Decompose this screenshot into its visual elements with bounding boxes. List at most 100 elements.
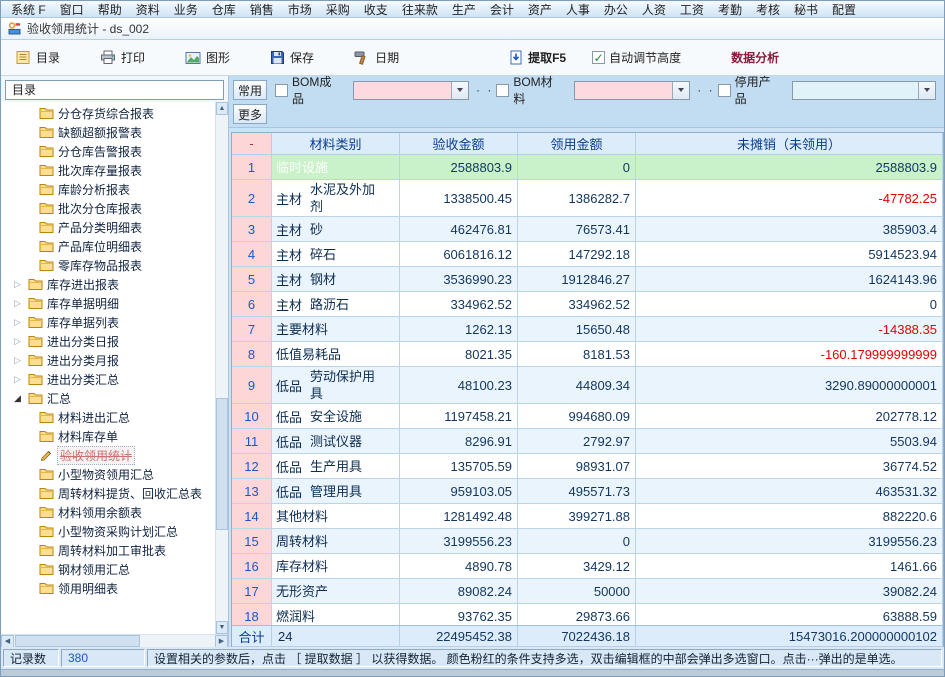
remaining-amount-cell[interactable]: 5914523.94 <box>636 242 943 267</box>
received-amount-cell[interactable]: 2588803.9 <box>400 155 518 180</box>
menu-item[interactable]: 往来款 <box>395 1 445 18</box>
extract-button[interactable]: 提取F5 <box>509 49 566 66</box>
menu-item[interactable]: 窗口 <box>53 1 91 18</box>
used-amount-cell[interactable]: 3429.12 <box>518 554 636 579</box>
more-filters-button[interactable]: 更多 <box>233 104 267 124</box>
received-amount-cell[interactable]: 3536990.23 <box>400 267 518 292</box>
tree-item[interactable]: 零库存物品报表 <box>1 256 215 275</box>
menu-item[interactable]: 资料 <box>129 1 167 18</box>
scroll-up-icon[interactable]: ▲ <box>216 102 228 115</box>
menu-item[interactable]: 考勤 <box>711 1 749 18</box>
menu-item[interactable]: 配置 <box>825 1 863 18</box>
tree-item[interactable]: 产品分类明细表 <box>1 218 215 237</box>
menu-item[interactable]: 采购 <box>319 1 357 18</box>
combo-value[interactable] <box>793 82 918 99</box>
tree-item[interactable]: 库龄分析报表 <box>1 180 215 199</box>
received-amount-cell[interactable]: 959103.05 <box>400 479 518 504</box>
row-number-cell[interactable]: 6 <box>232 292 272 317</box>
row-number-cell[interactable]: 5 <box>232 267 272 292</box>
scroll-down-icon[interactable]: ▼ <box>216 621 228 634</box>
tree-item[interactable]: 小型物资领用汇总 <box>1 465 215 484</box>
received-amount-cell[interactable]: 334962.52 <box>400 292 518 317</box>
menu-item[interactable]: 销售 <box>243 1 281 18</box>
row-number-cell[interactable]: 14 <box>232 504 272 529</box>
menu-item[interactable]: 资产 <box>521 1 559 18</box>
received-amount-cell[interactable]: 1197458.21 <box>400 404 518 429</box>
expanded-expander-icon[interactable]: ◢ <box>11 394 24 403</box>
remaining-amount-cell[interactable]: -14388.35 <box>636 317 943 342</box>
tree-item[interactable]: 材料进出汇总 <box>1 408 215 427</box>
menu-item[interactable]: 市场 <box>281 1 319 18</box>
remaining-amount-cell[interactable]: 0 <box>636 292 943 317</box>
used-amount-cell[interactable]: 334962.52 <box>518 292 636 317</box>
row-number-cell[interactable]: 15 <box>232 529 272 554</box>
received-amount-cell[interactable]: 4890.78 <box>400 554 518 579</box>
tree-item[interactable]: 分仓存货综合报表 <box>1 104 215 123</box>
table-row[interactable]: 7主要材料1262.1315650.48-14388.35 <box>232 317 943 342</box>
remaining-amount-cell[interactable]: 385903.4 <box>636 217 943 242</box>
tree-item[interactable]: ▷进出分类月报 <box>1 351 215 370</box>
row-number-cell[interactable]: 8 <box>232 342 272 367</box>
category-cell[interactable]: 其他材料 <box>272 504 400 529</box>
row-number-cell[interactable]: 2 <box>232 180 272 217</box>
remaining-amount-cell[interactable]: 3199556.23 <box>636 529 943 554</box>
table-row[interactable]: 15周转材料3199556.2303199556.23 <box>232 529 943 554</box>
used-amount-cell[interactable]: 2792.97 <box>518 429 636 454</box>
category-cell[interactable]: 主材碎石 <box>272 242 400 267</box>
category-cell[interactable]: 低值易耗品 <box>272 342 400 367</box>
table-row[interactable]: 4主材碎石6061816.12147292.185914523.94 <box>232 242 943 267</box>
used-amount-cell[interactable]: 29873.66 <box>518 604 636 625</box>
category-cell[interactable]: 低品管理用具 <box>272 479 400 504</box>
used-amount-cell[interactable]: 1912846.27 <box>518 267 636 292</box>
received-amount-cell[interactable]: 3199556.23 <box>400 529 518 554</box>
filter-combo[interactable] <box>574 81 690 100</box>
table-row[interactable]: 3主材砂462476.8176573.41385903.4 <box>232 217 943 242</box>
remaining-amount-cell[interactable]: 39082.24 <box>636 579 943 604</box>
used-amount-cell[interactable]: 1386282.7 <box>518 180 636 217</box>
save-button[interactable]: 保存 <box>270 49 314 66</box>
collapsed-expander-icon[interactable]: ▷ <box>11 318 24 327</box>
row-number-cell[interactable]: 10 <box>232 404 272 429</box>
received-amount-cell[interactable]: 89082.24 <box>400 579 518 604</box>
used-amount-cell[interactable]: 147292.18 <box>518 242 636 267</box>
received-amount-cell[interactable]: 93762.35 <box>400 604 518 625</box>
menu-item[interactable]: 会计 <box>483 1 521 18</box>
category-cell[interactable]: 主材水泥及外加剂 <box>272 180 400 217</box>
collapsed-expander-icon[interactable]: ▷ <box>11 375 24 384</box>
tree-item[interactable]: 领用明细表 <box>1 579 215 598</box>
row-number-cell[interactable]: 7 <box>232 317 272 342</box>
table-row[interactable]: 6主材路沥石334962.52334962.520 <box>232 292 943 317</box>
tree-item[interactable]: 小型物资采购计划汇总 <box>1 522 215 541</box>
collapsed-expander-icon[interactable]: ▷ <box>11 299 24 308</box>
tree-item[interactable]: 钢材领用汇总 <box>1 560 215 579</box>
received-amount-cell[interactable]: 135705.59 <box>400 454 518 479</box>
category-cell[interactable]: 临时设施 <box>272 155 400 180</box>
hscroll-thumb[interactable] <box>15 635 140 647</box>
tree-item[interactable]: 材料领用余额表 <box>1 503 215 522</box>
table-row[interactable]: 9低品劳动保护用具48100.2344809.343290.8900000000… <box>232 367 943 404</box>
collapsed-expander-icon[interactable]: ▷ <box>11 280 24 289</box>
remaining-amount-cell[interactable]: 2588803.9 <box>636 155 943 180</box>
tree-item[interactable]: 材料库存单 <box>1 427 215 446</box>
menu-item[interactable]: 业务 <box>167 1 205 18</box>
graph-button[interactable]: 图形 <box>185 49 230 66</box>
print-button[interactable]: 打印 <box>100 49 145 66</box>
combo-value[interactable] <box>575 82 672 99</box>
row-number-cell[interactable]: 18 <box>232 604 272 625</box>
row-number-cell[interactable]: 12 <box>232 454 272 479</box>
tree-item[interactable]: 产品库位明细表 <box>1 237 215 256</box>
more-options-dots[interactable]: · · <box>697 83 714 97</box>
tree-item[interactable]: 周转材料提货、回收汇总表 <box>1 484 215 503</box>
table-row[interactable]: 5主材钢材3536990.231912846.271624143.96 <box>232 267 943 292</box>
used-amount-cell[interactable]: 0 <box>518 155 636 180</box>
category-cell[interactable]: 低品劳动保护用具 <box>272 367 400 404</box>
common-filters-button[interactable]: 常用 <box>233 80 267 100</box>
data-analysis-button[interactable]: 数据分析 <box>731 49 779 66</box>
tree-item[interactable]: ◢汇总 <box>1 389 215 408</box>
row-number-cell[interactable]: 4 <box>232 242 272 267</box>
filter-combo[interactable] <box>353 81 469 100</box>
row-number-cell[interactable]: 11 <box>232 429 272 454</box>
category-cell[interactable]: 燃润料 <box>272 604 400 625</box>
menu-item[interactable]: 系统 F <box>4 1 53 18</box>
remaining-amount-cell[interactable]: -47782.25 <box>636 180 943 217</box>
